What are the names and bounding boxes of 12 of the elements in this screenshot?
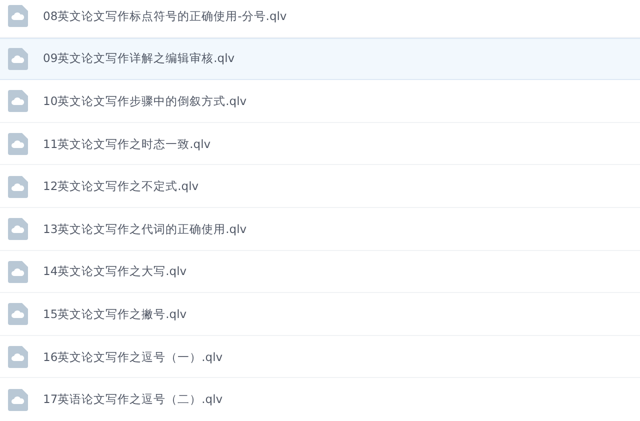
file-row[interactable]: 09英文论文写作详解之编辑审核.qlv bbox=[0, 38, 640, 80]
file-name: 14英文论文写作之大写.qlv bbox=[43, 264, 187, 280]
file-name: 15英文论文写作之撇号.qlv bbox=[43, 306, 187, 322]
file-name: 13英文论文写作之代词的正确使用.qlv bbox=[43, 222, 247, 237]
file-name: 09英文论文写作详解之编辑审核.qlv bbox=[43, 51, 235, 66]
file-name: 08英文论文写作标点符号的正确使用-分号.qlv bbox=[43, 8, 287, 24]
file-name: 17英语论文写作之逗号（二）.qlv bbox=[43, 392, 223, 408]
file-name: 12英文论文写作之不定式.qlv bbox=[43, 179, 199, 194]
file-name: 11英文论文写作之时态一致.qlv bbox=[43, 136, 211, 152]
file-row[interactable]: 14英文论文写作之大写.qlv bbox=[0, 250, 640, 294]
file-name: 10英文论文写作步骤中的倒叙方式.qlv bbox=[43, 94, 247, 109]
file-name: 16英文论文写作之逗号（一）.qlv bbox=[43, 350, 223, 365]
